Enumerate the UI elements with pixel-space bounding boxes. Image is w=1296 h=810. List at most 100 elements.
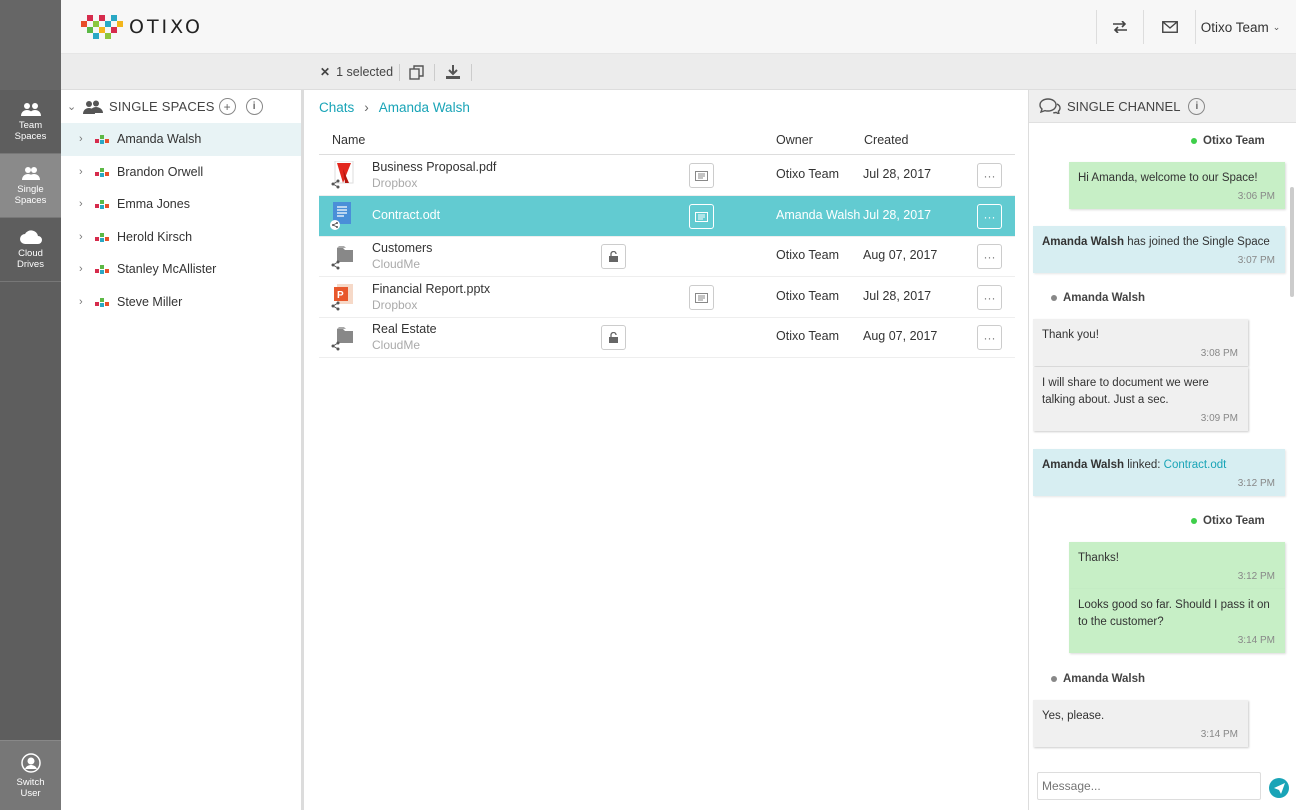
transfer-icon	[1112, 21, 1127, 33]
user-icon	[20, 752, 41, 773]
more-button[interactable]: ···	[977, 163, 1002, 188]
tree-item-brandon-orwell[interactable]: › Brandon Orwell	[61, 156, 301, 189]
more-button[interactable]: ···	[977, 244, 1002, 269]
selection-toolbar: ✕ 1 selected	[61, 54, 1296, 90]
rail-cloud-drives[interactable]: Cloud Drives	[0, 218, 61, 282]
file-link[interactable]: Contract.odt	[1164, 459, 1227, 471]
tree-item-amanda-walsh[interactable]: › Amanda Walsh	[61, 123, 301, 156]
message-input[interactable]	[1037, 772, 1261, 800]
column-created[interactable]: Created	[864, 133, 908, 147]
chat-message: I will share to document we were talking…	[1033, 367, 1248, 431]
info-icon[interactable]: i	[1188, 97, 1206, 115]
file-source: CloudMe	[372, 257, 421, 271]
table-row[interactable]: P Financial Report.pptx Dropbox Otixo Te…	[319, 277, 1015, 318]
divider	[399, 64, 400, 81]
breadcrumb-root[interactable]: Chats	[319, 100, 354, 115]
users-icon	[83, 100, 103, 114]
download-button[interactable]	[446, 54, 460, 90]
sender-name: Otixo Team	[1203, 515, 1265, 527]
transfer-button[interactable]	[1096, 10, 1142, 44]
message-sender: Otixo Team	[1191, 135, 1265, 147]
file-name: Financial Report.pptx	[372, 282, 491, 296]
tree-title: SINGLE SPACES	[109, 99, 215, 114]
rail-single-spaces[interactable]: Single Spaces	[0, 154, 61, 218]
message-time: 3:14 PM	[1200, 729, 1238, 740]
copy-icon	[409, 64, 424, 80]
chevron-right-icon[interactable]: ›	[79, 231, 95, 243]
more-button[interactable]: ···	[977, 325, 1002, 350]
sender-name: Amanda Walsh	[1063, 673, 1146, 685]
chevron-down-icon[interactable]: ⌄	[67, 100, 83, 113]
switch-user-button[interactable]: Switch User	[0, 740, 61, 810]
sender-name: Otixo Team	[1203, 135, 1265, 147]
file-created: Jul 28, 2017	[863, 167, 932, 181]
table-row[interactable]: Contract.odt Amanda Walsh Jul 28, 2017 ·…	[319, 196, 1015, 237]
file-created: Aug 07, 2017	[863, 329, 938, 343]
clear-selection-button[interactable]: ✕ 1 selected	[320, 54, 393, 90]
tree-header: ⌄ SINGLE SPACES + i	[61, 90, 301, 123]
chevron-right-icon[interactable]: ›	[79, 166, 95, 178]
more-icon: ···	[983, 209, 996, 224]
divider	[471, 64, 472, 81]
more-button[interactable]: ···	[977, 285, 1002, 310]
copy-button[interactable]	[409, 54, 425, 90]
chevron-right-icon[interactable]: ›	[79, 198, 95, 210]
tree-item-emma-jones[interactable]: › Emma Jones	[61, 188, 301, 221]
column-owner[interactable]: Owner	[776, 133, 813, 147]
table-row[interactable]: Customers CloudMe Otixo Team Aug 07, 201…	[319, 236, 1015, 277]
pdf-file-icon	[329, 160, 355, 192]
divider	[434, 64, 435, 81]
messages-button[interactable]	[1143, 10, 1195, 44]
file-created: Jul 28, 2017	[863, 208, 932, 222]
file-created: Aug 07, 2017	[863, 248, 938, 262]
comment-button[interactable]	[689, 163, 714, 188]
table-row[interactable]: Business Proposal.pdf Dropbox Otixo Team…	[319, 155, 1015, 196]
user-menu[interactable]: Otixo Team ⌄	[1195, 10, 1285, 44]
send-button[interactable]	[1269, 778, 1289, 798]
info-icon[interactable]: i	[245, 98, 263, 115]
table-header: Name Owner Created	[319, 128, 1015, 155]
more-button[interactable]: ···	[977, 204, 1002, 229]
file-browser: Chats › Amanda Walsh Name Owner Created Bu…	[304, 90, 1028, 810]
tree-item-steve-miller[interactable]: › Steve Miller	[61, 286, 301, 319]
breadcrumb-separator: ›	[364, 100, 369, 115]
more-icon: ···	[983, 290, 996, 305]
lock-button[interactable]	[601, 325, 626, 350]
more-icon: ···	[983, 168, 996, 183]
add-space-button[interactable]: +	[218, 98, 236, 115]
table-row[interactable]: Real Estate CloudMe Otixo Team Aug 07, 2…	[319, 317, 1015, 358]
scrollbar[interactable]	[1290, 187, 1294, 297]
rail-top	[0, 0, 61, 90]
lock-button[interactable]	[601, 244, 626, 269]
sender-name: Amanda Walsh	[1063, 292, 1146, 304]
comment-icon	[695, 211, 708, 222]
comment-button[interactable]	[689, 204, 714, 229]
rail-team-spaces[interactable]: Team Spaces	[0, 90, 61, 154]
otixo-logo[interactable]: OTIXO	[79, 15, 203, 39]
unlock-icon	[609, 332, 618, 343]
users-icon	[21, 166, 40, 180]
logo-mark-icon	[81, 15, 123, 39]
tree-item-label: Herold Kirsch	[117, 229, 193, 244]
system-message: Amanda Walsh has joined the Single Space…	[1033, 226, 1285, 273]
document-file-icon	[329, 202, 355, 233]
message-time: 3:12 PM	[1237, 478, 1275, 489]
tree-item-stanley-mcallister[interactable]: › Stanley McAllister	[61, 253, 301, 286]
chevron-right-icon[interactable]: ›	[79, 263, 95, 275]
tree-item-herold-kirsch[interactable]: › Herold Kirsch	[61, 221, 301, 254]
breadcrumb-current[interactable]: Amanda Walsh	[379, 100, 470, 115]
message-sender: Amanda Walsh	[1051, 673, 1145, 685]
chat-title: SINGLE CHANNEL	[1067, 98, 1181, 114]
message-sender: Otixo Team	[1191, 515, 1265, 527]
comment-button[interactable]	[689, 285, 714, 310]
file-source: Dropbox	[372, 176, 418, 190]
file-name: Business Proposal.pdf	[372, 160, 497, 174]
tree-item-label: Stanley McAllister	[117, 262, 217, 277]
chevron-right-icon[interactable]: ›	[79, 296, 95, 308]
chevron-right-icon[interactable]: ›	[79, 133, 95, 145]
send-icon	[1273, 782, 1285, 794]
column-name[interactable]: Name	[332, 133, 365, 147]
space-icon	[95, 198, 109, 210]
svg-text:P: P	[337, 290, 344, 301]
breadcrumb: Chats › Amanda Walsh	[319, 100, 470, 115]
